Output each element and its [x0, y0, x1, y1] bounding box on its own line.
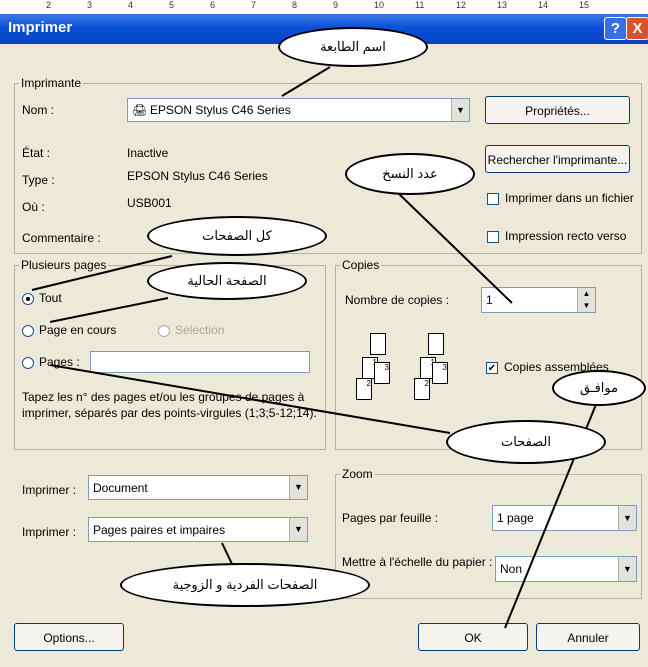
callout-odd-even: الصفحات الفردية و الزوجية	[120, 563, 370, 607]
callout-ok: موافـق	[552, 370, 646, 406]
annotation-lines	[31, 66, 598, 629]
callout-all-pages: كل الصفحات	[147, 216, 327, 256]
pointer-line	[49, 364, 451, 434]
pointer-line	[397, 192, 513, 304]
callout-copies: عدد النسخ	[345, 153, 475, 195]
pointer-line	[49, 297, 169, 323]
callout-current-page: الصفحة الحالية	[147, 262, 307, 300]
pointer-line	[281, 66, 331, 97]
callout-pages: الصفحات	[446, 420, 606, 464]
callout-printer-name: اسم الطابعة	[278, 27, 428, 67]
